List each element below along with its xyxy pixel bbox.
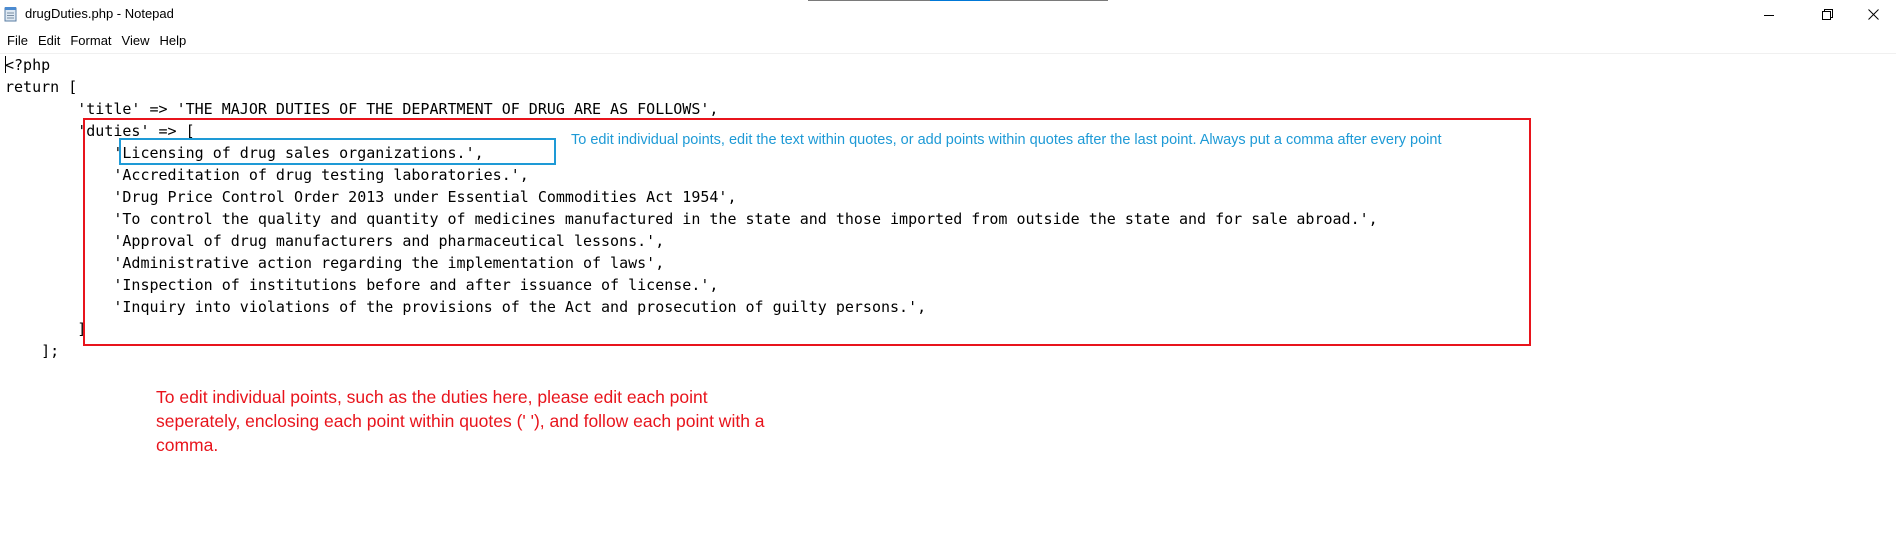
point-edit-note: To edit individual points, edit the text… bbox=[571, 132, 1442, 148]
restore-icon bbox=[1821, 9, 1833, 20]
editor-border bbox=[0, 53, 1896, 54]
minimize-button[interactable] bbox=[1746, 0, 1792, 29]
notepad-icon bbox=[4, 6, 18, 22]
code-line: <?php bbox=[5, 56, 51, 74]
title-bar-accent bbox=[930, 0, 990, 1]
minimize-icon bbox=[1764, 14, 1774, 16]
close-button[interactable] bbox=[1850, 0, 1896, 29]
code-line: ] bbox=[5, 320, 87, 338]
menu-help[interactable]: Help bbox=[154, 30, 191, 52]
text-caret bbox=[5, 56, 6, 73]
code-line: 'title' => 'THE MAJOR DUTIES OF THE DEPA… bbox=[5, 100, 719, 118]
menu-bar: File Edit Format View Help bbox=[0, 30, 191, 52]
menu-format[interactable]: Format bbox=[65, 30, 116, 52]
code-line: ]; bbox=[5, 342, 60, 360]
code-line: return [ bbox=[5, 78, 78, 96]
menu-file[interactable]: File bbox=[0, 30, 33, 52]
close-icon bbox=[1867, 9, 1879, 20]
title-bar[interactable]: drugDuties.php - Notepad bbox=[0, 0, 1896, 29]
duties-edit-note: To edit individual points, such as the d… bbox=[156, 387, 765, 455]
menu-view[interactable]: View bbox=[117, 30, 155, 52]
restore-button[interactable] bbox=[1804, 0, 1850, 29]
window-title: drugDuties.php - Notepad bbox=[25, 6, 174, 21]
point-highlight-box bbox=[119, 138, 556, 165]
menu-edit[interactable]: Edit bbox=[33, 30, 65, 52]
